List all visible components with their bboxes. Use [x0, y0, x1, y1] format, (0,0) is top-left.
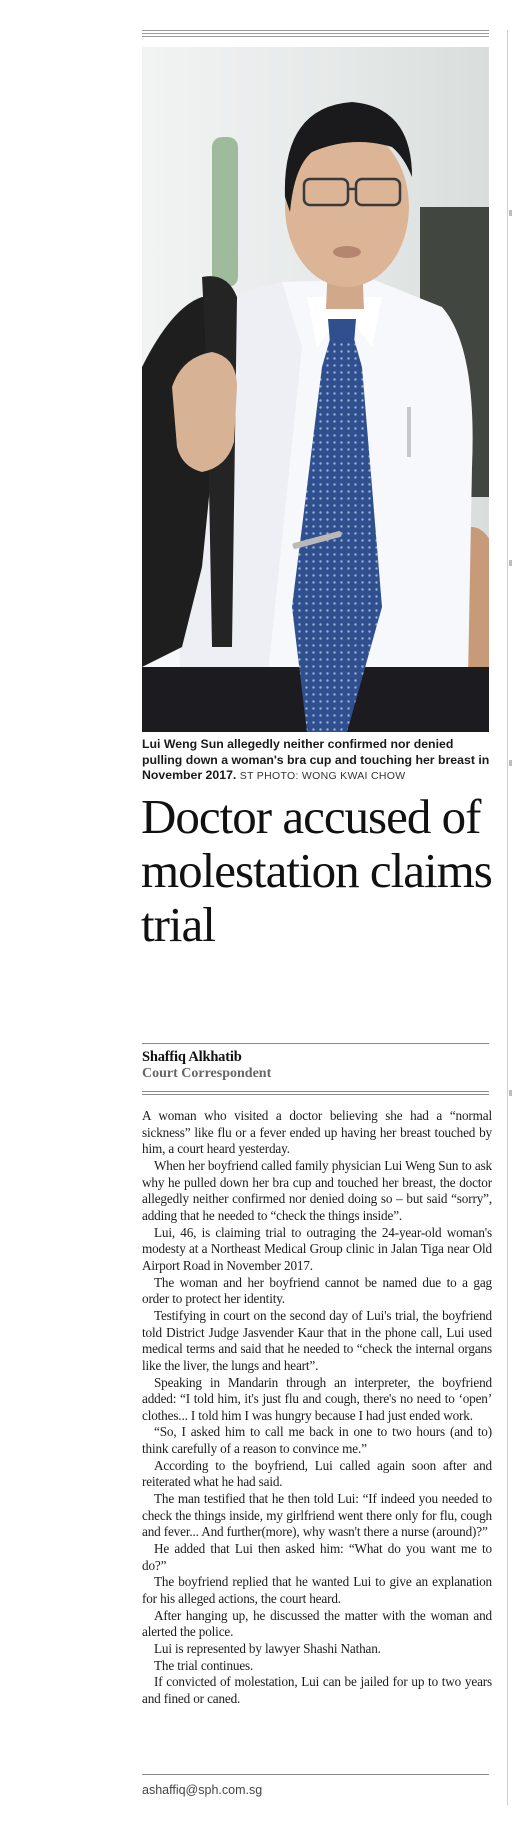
paragraph: When her boyfriend called family physici…: [142, 1157, 492, 1223]
paragraph: The man testified that he then told Lui:…: [142, 1491, 492, 1540]
paragraph: Lui, 46, is claiming trial to outraging …: [142, 1224, 492, 1273]
top-rule: [142, 30, 489, 31]
byline-name: Shaffiq Alkhatib: [142, 1049, 242, 1065]
paragraph: Testifying in court on the second day of…: [142, 1307, 492, 1373]
byline-rule-top: [142, 1043, 489, 1044]
edge-mark: [509, 760, 512, 766]
paragraph: Speaking in Mandarin through an interpre…: [142, 1374, 492, 1423]
doctor-photo-illustration: [142, 47, 489, 732]
paragraph: “So, I asked him to call me back in one …: [142, 1424, 492, 1457]
byline-rule-bottom: [142, 1091, 489, 1092]
edge-mark: [509, 210, 512, 216]
column-divider: [507, 30, 508, 1805]
photo-credit: ST PHOTO: WONG KWAI CHOW: [239, 770, 406, 782]
paragraph: The trial continues.: [154, 1657, 254, 1673]
paragraph: Lui is represented by lawyer Shashi Nath…: [154, 1641, 381, 1656]
photo-caption: Lui Weng Sun allegedly neither confirmed…: [142, 737, 492, 785]
edge-mark: [509, 560, 512, 566]
footer-rule: [142, 1774, 489, 1775]
article-body: A woman who visited a doctor believing s…: [142, 1108, 492, 1708]
paragraph: A woman who visited a doctor believing s…: [142, 1108, 492, 1157]
headline: Doctor accused of molestation claims tri…: [141, 789, 493, 952]
paragraph: The woman and her boyfriend cannot be na…: [142, 1274, 492, 1307]
byline-role: Court Correspondent: [142, 1066, 272, 1081]
paragraph: If convicted of molestation, Lui can be …: [142, 1674, 492, 1706]
paragraph: The boyfriend replied that he wanted Lui…: [142, 1574, 492, 1607]
edge-mark: [509, 1090, 512, 1096]
top-rule: [142, 33, 489, 34]
paragraph: He added that Lui then asked him: “What …: [142, 1541, 492, 1573]
paragraph: According to the boyfriend, Lui called a…: [142, 1457, 492, 1490]
paragraph: After hanging up, he discussed the matte…: [142, 1607, 492, 1640]
author-email[interactable]: ashaffiq@sph.com.sg: [142, 1783, 262, 1797]
article-photo: [142, 47, 489, 732]
top-rule: [142, 36, 489, 37]
byline-rule-bottom: [142, 1094, 489, 1095]
